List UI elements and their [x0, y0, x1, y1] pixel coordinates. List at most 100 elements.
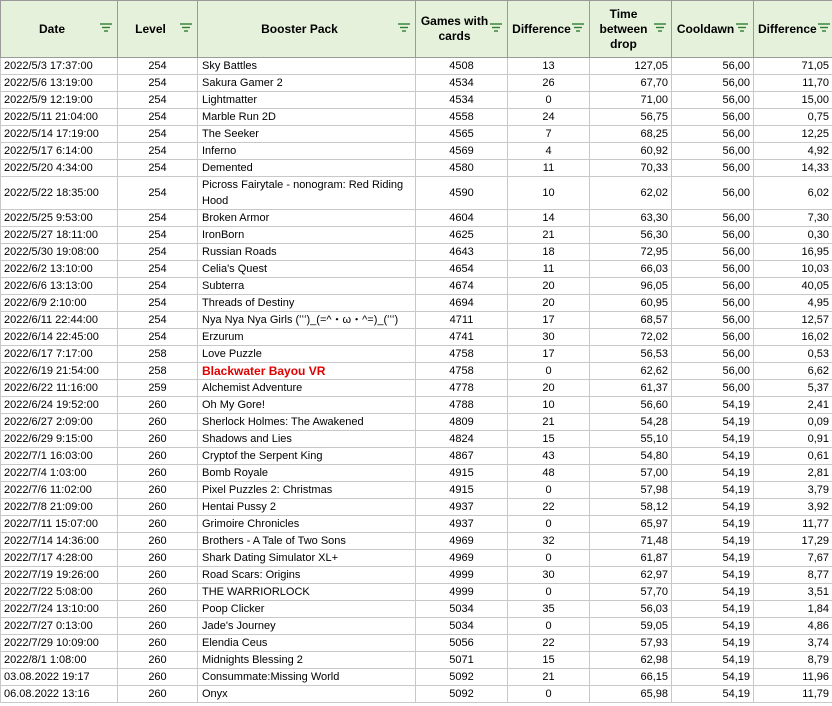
- cell-games-with-cards[interactable]: 4604: [415, 209, 508, 227]
- cell-difference[interactable]: 14: [507, 209, 590, 227]
- cell-difference-2[interactable]: 8,79: [753, 651, 832, 669]
- cell-time-between-drop[interactable]: 66,15: [589, 668, 672, 686]
- cell-cooldown[interactable]: 56,00: [671, 260, 754, 278]
- cell-difference-2[interactable]: 3,74: [753, 634, 832, 652]
- cell-booster-pack[interactable]: Sakura Gamer 2: [197, 74, 416, 92]
- cell-games-with-cards[interactable]: 4534: [415, 91, 508, 109]
- cell-booster-pack[interactable]: Grimoire Chronicles: [197, 515, 416, 533]
- cell-cooldown[interactable]: 56,00: [671, 159, 754, 177]
- cell-difference-2[interactable]: 12,25: [753, 125, 832, 143]
- cell-cooldown[interactable]: 56,00: [671, 294, 754, 312]
- cell-difference-2[interactable]: 2,41: [753, 396, 832, 414]
- cell-date[interactable]: 2022/6/22 11:16:00: [0, 379, 118, 397]
- cell-difference-2[interactable]: 11,79: [753, 685, 832, 703]
- cell-difference[interactable]: 0: [507, 515, 590, 533]
- cell-booster-pack[interactable]: Hentai Pussy 2: [197, 498, 416, 516]
- cell-cooldown[interactable]: 56,00: [671, 277, 754, 295]
- cell-games-with-cards[interactable]: 4758: [415, 345, 508, 363]
- cell-booster-pack[interactable]: Oh My Gore!: [197, 396, 416, 414]
- cell-time-between-drop[interactable]: 61,37: [589, 379, 672, 397]
- cell-difference-2[interactable]: 11,96: [753, 668, 832, 686]
- cell-booster-pack[interactable]: Bomb Royale: [197, 464, 416, 482]
- cell-games-with-cards[interactable]: 4758: [415, 362, 508, 380]
- cell-cooldown[interactable]: 54,19: [671, 498, 754, 516]
- cell-time-between-drop[interactable]: 60,95: [589, 294, 672, 312]
- cell-date[interactable]: 2022/5/22 18:35:00: [0, 176, 118, 210]
- cell-difference[interactable]: 22: [507, 498, 590, 516]
- cell-games-with-cards[interactable]: 4915: [415, 464, 508, 482]
- cell-level[interactable]: 260: [117, 600, 198, 618]
- cell-difference-2[interactable]: 7,30: [753, 209, 832, 227]
- cell-date[interactable]: 2022/8/1 1:08:00: [0, 651, 118, 669]
- cell-booster-pack[interactable]: Pixel Puzzles 2: Christmas: [197, 481, 416, 499]
- cell-time-between-drop[interactable]: 68,25: [589, 125, 672, 143]
- cell-time-between-drop[interactable]: 65,98: [589, 685, 672, 703]
- cell-level[interactable]: 254: [117, 209, 198, 227]
- cell-date[interactable]: 2022/7/19 19:26:00: [0, 566, 118, 584]
- cell-level[interactable]: 260: [117, 583, 198, 601]
- cell-difference-2[interactable]: 5,37: [753, 379, 832, 397]
- cell-booster-pack[interactable]: Blackwater Bayou VR: [197, 362, 416, 380]
- cell-level[interactable]: 260: [117, 532, 198, 550]
- cell-difference-2[interactable]: 11,70: [753, 74, 832, 92]
- cell-difference-2[interactable]: 16,95: [753, 243, 832, 261]
- cell-games-with-cards[interactable]: 4969: [415, 549, 508, 567]
- cell-booster-pack[interactable]: Picross Fairytale - nonogram: Red Riding…: [197, 176, 416, 210]
- cell-time-between-drop[interactable]: 63,30: [589, 209, 672, 227]
- cell-date[interactable]: 2022/5/17 6:14:00: [0, 142, 118, 160]
- cell-difference-2[interactable]: 0,75: [753, 108, 832, 126]
- cell-time-between-drop[interactable]: 55,10: [589, 430, 672, 448]
- cell-difference-2[interactable]: 2,81: [753, 464, 832, 482]
- cell-booster-pack[interactable]: THE WARRIORLOCK: [197, 583, 416, 601]
- cell-time-between-drop[interactable]: 54,80: [589, 447, 672, 465]
- cell-time-between-drop[interactable]: 56,30: [589, 226, 672, 244]
- cell-booster-pack[interactable]: Poop Clicker: [197, 600, 416, 618]
- cell-date[interactable]: 2022/5/27 18:11:00: [0, 226, 118, 244]
- cell-level[interactable]: 254: [117, 277, 198, 295]
- cell-time-between-drop[interactable]: 57,98: [589, 481, 672, 499]
- cell-cooldown[interactable]: 54,19: [671, 515, 754, 533]
- cell-booster-pack[interactable]: Midnights Blessing 2: [197, 651, 416, 669]
- cell-level[interactable]: 260: [117, 481, 198, 499]
- cell-time-between-drop[interactable]: 57,93: [589, 634, 672, 652]
- cell-time-between-drop[interactable]: 56,60: [589, 396, 672, 414]
- cell-games-with-cards[interactable]: 4937: [415, 498, 508, 516]
- cell-games-with-cards[interactable]: 4741: [415, 328, 508, 346]
- cell-time-between-drop[interactable]: 66,03: [589, 260, 672, 278]
- cell-difference[interactable]: 0: [507, 362, 590, 380]
- cell-difference[interactable]: 24: [507, 108, 590, 126]
- cell-difference-2[interactable]: 16,02: [753, 328, 832, 346]
- cell-games-with-cards[interactable]: 5092: [415, 685, 508, 703]
- cell-cooldown[interactable]: 54,19: [671, 583, 754, 601]
- cell-difference[interactable]: 18: [507, 243, 590, 261]
- cell-difference-2[interactable]: 4,86: [753, 617, 832, 635]
- cell-cooldown[interactable]: 54,19: [671, 532, 754, 550]
- cell-level[interactable]: 254: [117, 311, 198, 329]
- cell-difference[interactable]: 0: [507, 583, 590, 601]
- cell-cooldown[interactable]: 56,00: [671, 345, 754, 363]
- cell-level[interactable]: 254: [117, 294, 198, 312]
- cell-level[interactable]: 260: [117, 668, 198, 686]
- cell-booster-pack[interactable]: IronBorn: [197, 226, 416, 244]
- cell-level[interactable]: 260: [117, 430, 198, 448]
- cell-time-between-drop[interactable]: 96,05: [589, 277, 672, 295]
- cell-date[interactable]: 2022/6/17 7:17:00: [0, 345, 118, 363]
- filter-dropdown-icon[interactable]: [653, 22, 669, 36]
- cell-difference[interactable]: 20: [507, 294, 590, 312]
- cell-difference[interactable]: 0: [507, 617, 590, 635]
- cell-difference[interactable]: 21: [507, 668, 590, 686]
- cell-booster-pack[interactable]: Shadows and Lies: [197, 430, 416, 448]
- cell-booster-pack[interactable]: Cryptof the Serpent King: [197, 447, 416, 465]
- cell-time-between-drop[interactable]: 57,00: [589, 464, 672, 482]
- cell-date[interactable]: 2022/7/24 13:10:00: [0, 600, 118, 618]
- cell-cooldown[interactable]: 56,00: [671, 108, 754, 126]
- filter-dropdown-icon[interactable]: [489, 22, 505, 36]
- cell-level[interactable]: 254: [117, 328, 198, 346]
- filter-dropdown-icon[interactable]: [817, 22, 832, 36]
- cell-booster-pack[interactable]: Onyx: [197, 685, 416, 703]
- cell-booster-pack[interactable]: Marble Run 2D: [197, 108, 416, 126]
- cell-time-between-drop[interactable]: 59,05: [589, 617, 672, 635]
- cell-level[interactable]: 254: [117, 74, 198, 92]
- cell-games-with-cards[interactable]: 4674: [415, 277, 508, 295]
- cell-time-between-drop[interactable]: 72,95: [589, 243, 672, 261]
